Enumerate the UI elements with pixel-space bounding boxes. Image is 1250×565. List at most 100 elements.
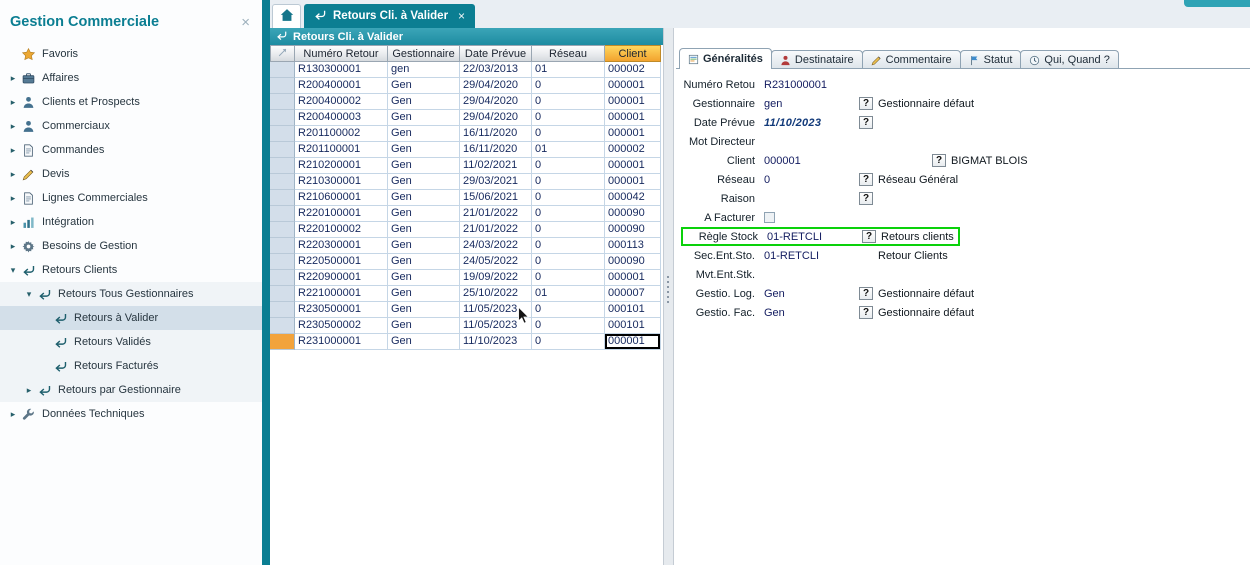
table-cell[interactable]: Gen: [388, 238, 460, 254]
chevron-down-icon[interactable]: ▾: [22, 289, 36, 300]
table-row[interactable]: R220300001Gen24/03/20220000113: [270, 238, 663, 254]
table-cell[interactable]: R210200001: [295, 158, 388, 174]
sidebar-item-retours-factures[interactable]: Retours Facturés: [0, 354, 262, 378]
table-cell[interactable]: R210300001: [295, 174, 388, 190]
table-cell[interactable]: 11/10/2023: [460, 334, 532, 350]
table-cell[interactable]: 29/03/2021: [460, 174, 532, 190]
table-cell[interactable]: 21/01/2022: [460, 222, 532, 238]
tab-generalites[interactable]: Généralités: [679, 48, 772, 69]
chevron-right-icon[interactable]: ▸: [6, 193, 20, 204]
sidebar-item-clients-et-prospects[interactable]: ▸Clients et Prospects: [0, 90, 262, 114]
table-cell[interactable]: 000101: [605, 318, 661, 334]
table-cell[interactable]: 000090: [605, 254, 661, 270]
table-cell[interactable]: 21/01/2022: [460, 206, 532, 222]
table-row[interactable]: R220100001Gen21/01/20220000090: [270, 206, 663, 222]
table-row[interactable]: R221000001Gen25/10/202201000007: [270, 286, 663, 302]
help-button[interactable]: ?: [859, 97, 873, 110]
table-cell[interactable]: R221000001: [295, 286, 388, 302]
table-cell[interactable]: Gen: [388, 174, 460, 190]
sidebar-item-commerciaux[interactable]: ▸Commerciaux: [0, 114, 262, 138]
table-cell[interactable]: 29/04/2020: [460, 110, 532, 126]
table-cell[interactable]: R230500002: [295, 318, 388, 334]
row-selector-cell[interactable]: [270, 270, 295, 286]
table-row[interactable]: R220500001Gen24/05/20220000090: [270, 254, 663, 270]
table-cell[interactable]: R220900001: [295, 270, 388, 286]
table-cell[interactable]: Gen: [388, 318, 460, 334]
help-button[interactable]: ?: [932, 154, 946, 167]
table-row[interactable]: R201100002Gen16/11/20200000001: [270, 126, 663, 142]
chevron-right-icon[interactable]: ▸: [6, 73, 20, 84]
table-cell[interactable]: 11/05/2023: [460, 318, 532, 334]
row-selector-cell[interactable]: [270, 174, 295, 190]
table-cell[interactable]: R200400001: [295, 78, 388, 94]
tab-statut[interactable]: Statut: [960, 50, 1022, 69]
table-cell[interactable]: 29/04/2020: [460, 78, 532, 94]
sidebar-close-icon[interactable]: ×: [241, 15, 250, 30]
table-cell[interactable]: 000001: [605, 126, 661, 142]
row-selector-cell[interactable]: [270, 62, 295, 78]
sidebar-item-affaires[interactable]: ▸Affaires: [0, 66, 262, 90]
table-cell[interactable]: Gen: [388, 142, 460, 158]
tab-close-icon[interactable]: ×: [458, 9, 465, 23]
table-row[interactable]: R210300001Gen29/03/20210000001: [270, 174, 663, 190]
chevron-right-icon[interactable]: ▸: [6, 169, 20, 180]
table-cell[interactable]: 29/04/2020: [460, 94, 532, 110]
table-cell[interactable]: R201100002: [295, 126, 388, 142]
table-row[interactable]: R210200001Gen11/02/20210000001: [270, 158, 663, 174]
table-cell[interactable]: 01: [532, 62, 605, 78]
table-cell[interactable]: 000002: [605, 142, 661, 158]
sidebar-item-donnees-techniques[interactable]: ▸Données Techniques: [0, 402, 262, 426]
table-cell[interactable]: Gen: [388, 270, 460, 286]
table-cell[interactable]: R231000001: [295, 334, 388, 350]
table-row[interactable]: R231000001Gen11/10/20230000001: [270, 334, 663, 350]
table-cell[interactable]: R230500001: [295, 302, 388, 318]
sidebar-item-retours-valides[interactable]: Retours Validés: [0, 330, 262, 354]
table-cell[interactable]: 11/05/2023: [460, 302, 532, 318]
sidebar-item-besoins-de-gestion[interactable]: ▸Besoins de Gestion: [0, 234, 262, 258]
tab-commentaire[interactable]: Commentaire: [862, 50, 961, 69]
table-cell[interactable]: 000001: [605, 94, 661, 110]
table-cell[interactable]: R220500001: [295, 254, 388, 270]
panel-splitter[interactable]: [663, 28, 674, 565]
table-row[interactable]: R130300001gen22/03/201301000002: [270, 62, 663, 78]
chevron-right-icon[interactable]: ▸: [6, 145, 20, 156]
table-cell[interactable]: 000090: [605, 222, 661, 238]
column-header-gestionnaire[interactable]: Gestionnaire: [388, 45, 460, 62]
table-cell[interactable]: 0: [532, 158, 605, 174]
table-cell[interactable]: 25/10/2022: [460, 286, 532, 302]
sidebar-item-integration[interactable]: ▸Intégration: [0, 210, 262, 234]
table-cell[interactable]: R220100001: [295, 206, 388, 222]
tab-destinataire[interactable]: Destinataire: [771, 50, 863, 69]
chevron-down-icon[interactable]: ▾: [6, 265, 20, 276]
table-row[interactable]: R220100002Gen21/01/20220000090: [270, 222, 663, 238]
table-cell[interactable]: 000090: [605, 206, 661, 222]
sidebar-item-retours-par-gestionnaire[interactable]: ▸Retours par Gestionnaire: [0, 378, 262, 402]
home-tab[interactable]: [272, 4, 301, 28]
table-row[interactable]: R200400003Gen29/04/20200000001: [270, 110, 663, 126]
chevron-right-icon[interactable]: ▸: [22, 385, 36, 396]
active-tab[interactable]: Retours Cli. à Valider ×: [304, 4, 475, 28]
sidebar-item-retours-clients[interactable]: ▾Retours Clients: [0, 258, 262, 282]
table-cell[interactable]: 000113: [605, 238, 661, 254]
row-selector-cell[interactable]: [270, 222, 295, 238]
table-cell[interactable]: 24/03/2022: [460, 238, 532, 254]
table-cell[interactable]: Gen: [388, 190, 460, 206]
chevron-right-icon[interactable]: ▸: [6, 409, 20, 420]
table-cell[interactable]: 01: [532, 286, 605, 302]
table-cell[interactable]: 22/03/2013: [460, 62, 532, 78]
sidebar-item-retours-a-valider[interactable]: Retours à Valider: [0, 306, 262, 330]
table-cell[interactable]: 0: [532, 270, 605, 286]
sidebar-item-retours-tous-gestionnaires[interactable]: ▾Retours Tous Gestionnaires: [0, 282, 262, 306]
chevron-right-icon[interactable]: ▸: [6, 97, 20, 108]
table-cell[interactable]: R201100001: [295, 142, 388, 158]
table-cell[interactable]: 000001: [605, 78, 661, 94]
table-cell[interactable]: Gen: [388, 126, 460, 142]
sidebar-splitter[interactable]: [262, 0, 270, 565]
row-selector-cell[interactable]: [270, 110, 295, 126]
table-cell[interactable]: Gen: [388, 222, 460, 238]
table-cell[interactable]: Gen: [388, 254, 460, 270]
table-cell[interactable]: 24/05/2022: [460, 254, 532, 270]
row-selector-cell[interactable]: [270, 126, 295, 142]
row-selector-cell[interactable]: [270, 94, 295, 110]
table-cell[interactable]: 0: [532, 254, 605, 270]
